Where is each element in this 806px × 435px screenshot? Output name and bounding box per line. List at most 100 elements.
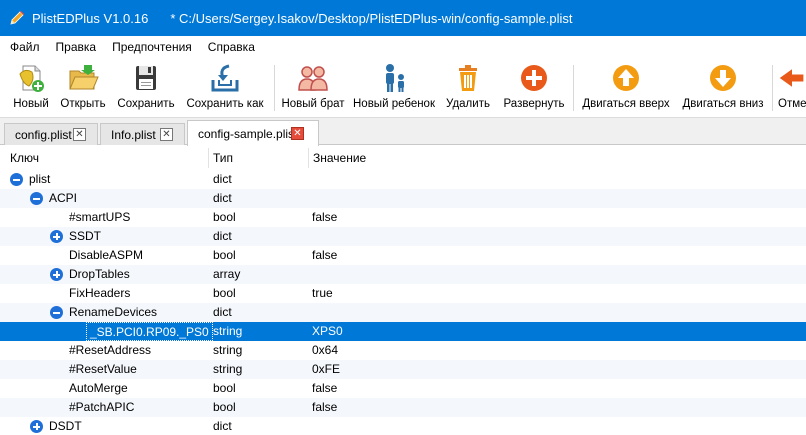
tree-row[interactable]: #ResetAddress string 0x64 <box>0 341 806 360</box>
tree-row[interactable]: #ResetValue string 0xFE <box>0 360 806 379</box>
tab-close-icon[interactable]: ✕ <box>73 128 86 141</box>
row-key: DisableASPM <box>69 248 144 262</box>
row-value: 0x64 <box>312 343 339 357</box>
tree-row[interactable]: plist dict <box>0 170 806 189</box>
collapse-icon[interactable] <box>50 306 63 319</box>
row-type: bool <box>213 210 236 224</box>
save-button[interactable]: Сохранить <box>117 61 175 115</box>
menu-help[interactable]: Справка <box>200 36 263 59</box>
row-type: dict <box>213 191 232 205</box>
file-tabs: config.plist ✕ Info.plist ✕ config-sampl… <box>0 118 806 146</box>
tab-close-icon[interactable]: ✕ <box>160 128 173 141</box>
siblings-people-icon <box>296 61 330 95</box>
row-type: string <box>213 324 243 338</box>
app-pencil-icon <box>10 11 24 25</box>
tab-label: config.plist <box>15 127 72 142</box>
expand-button[interactable]: Развернуть <box>502 61 566 115</box>
tab-label: config-sample.plist <box>198 126 298 141</box>
row-key: #ResetValue <box>69 362 137 376</box>
delete-button[interactable]: Удалить <box>445 61 491 115</box>
row-key: #PatchAPIC <box>69 400 135 414</box>
row-type: bool <box>213 381 236 395</box>
row-type: string <box>213 343 243 357</box>
plist-tree-view[interactable]: Ключ Тип Значение plist dict ACPI dict #… <box>0 146 806 435</box>
delete-button-label: Удалить <box>446 98 490 110</box>
trash-icon <box>451 61 485 95</box>
row-value: true <box>312 286 333 300</box>
tab-config-plist[interactable]: config.plist ✕ <box>4 123 98 145</box>
expand-icon[interactable] <box>50 230 63 243</box>
collapse-icon[interactable] <box>30 192 43 205</box>
toolbar-separator <box>772 65 773 111</box>
row-key: plist <box>29 172 51 186</box>
tree-row[interactable]: ACPI dict <box>0 189 806 208</box>
move-up-button[interactable]: Двигаться вверх <box>581 61 671 115</box>
menu-file[interactable]: Файл <box>0 36 48 59</box>
tree-row[interactable]: #smartUPS bool false <box>0 208 806 227</box>
tab-close-icon[interactable]: ✕ <box>291 127 304 140</box>
row-type: dict <box>213 229 232 243</box>
undo-arrow-icon <box>778 61 806 95</box>
arrow-up-circle-icon <box>609 61 643 95</box>
move-up-button-label: Двигаться вверх <box>582 98 670 110</box>
column-header-key[interactable]: Ключ <box>6 146 39 170</box>
row-type: bool <box>213 400 236 414</box>
undo-button[interactable]: Отме <box>778 61 806 115</box>
row-key: SSDT <box>69 229 102 243</box>
toolbar-separator <box>274 65 275 111</box>
tab-info-plist[interactable]: Info.plist ✕ <box>100 123 185 145</box>
row-type: dict <box>213 419 232 433</box>
row-value: false <box>312 381 338 395</box>
save-as-button[interactable]: Сохранить как <box>185 61 265 115</box>
tab-label: Info.plist <box>111 127 156 142</box>
expand-icon[interactable] <box>30 420 43 433</box>
new-sibling-button-label: Новый брат <box>281 98 345 110</box>
tree-row[interactable]: #PatchAPIC bool false <box>0 398 806 417</box>
tree-row[interactable]: RenameDevices dict <box>0 303 806 322</box>
row-value: XPS0 <box>312 324 343 338</box>
new-sibling-button[interactable]: Новый брат <box>281 61 345 115</box>
save-button-label: Сохранить <box>117 98 175 110</box>
new-button-label: Новый <box>13 98 49 110</box>
arrow-down-circle-icon <box>706 61 740 95</box>
row-value: false <box>312 248 338 262</box>
menu-bar: Файл Правка Предпочтения Справка <box>0 36 806 59</box>
row-type: dict <box>213 305 232 319</box>
expand-icon[interactable] <box>50 268 63 281</box>
menu-edit[interactable]: Правка <box>48 36 105 59</box>
expand-button-label: Развернуть <box>503 98 565 110</box>
menu-preferences[interactable]: Предпочтения <box>104 36 200 59</box>
tree-row[interactable]: SSDT dict <box>0 227 806 246</box>
save-as-button-label: Сохранить как <box>186 98 264 110</box>
row-type: dict <box>213 172 232 186</box>
move-down-button[interactable]: Двигаться вниз <box>681 61 765 115</box>
tree-row[interactable]: DropTables array <box>0 265 806 284</box>
folder-open-icon <box>66 61 100 95</box>
new-child-button[interactable]: Новый ребенок <box>353 61 435 115</box>
tab-config-sample-plist[interactable]: config-sample.plist ✕ <box>187 120 319 146</box>
row-value: false <box>312 400 338 414</box>
tree-row[interactable]: AutoMerge bool false <box>0 379 806 398</box>
undo-button-label: Отме <box>778 98 806 110</box>
collapse-icon[interactable] <box>10 173 23 186</box>
row-type: bool <box>213 286 236 300</box>
row-key: #ResetAddress <box>69 343 152 357</box>
row-key: AutoMerge <box>69 381 128 395</box>
tree-row[interactable]: DisableASPM bool false <box>0 246 806 265</box>
tree-row-selected[interactable]: _SB.PCI0.RP09._PS0 string XPS0 <box>0 322 806 341</box>
title-bar: PlistEDPlus V1.0.16 * C:/Users/Sergey.Is… <box>0 0 806 36</box>
row-key[interactable]: _SB.PCI0.RP09._PS0 <box>86 322 213 341</box>
new-document-icon <box>14 61 48 95</box>
column-header-type[interactable]: Тип <box>209 146 233 170</box>
tree-row[interactable]: FixHeaders bool true <box>0 284 806 303</box>
parent-child-icon <box>377 61 411 95</box>
tree-row[interactable]: DSDT dict <box>0 417 806 435</box>
toolbar-separator <box>573 65 574 111</box>
row-key: FixHeaders <box>69 286 131 300</box>
row-value: 0xFE <box>312 362 341 376</box>
new-button[interactable]: Новый <box>10 61 52 115</box>
column-header-value[interactable]: Значение <box>309 146 366 170</box>
open-button-label: Открыть <box>60 98 106 110</box>
open-button[interactable]: Открыть <box>59 61 107 115</box>
floppy-save-icon <box>129 61 163 95</box>
